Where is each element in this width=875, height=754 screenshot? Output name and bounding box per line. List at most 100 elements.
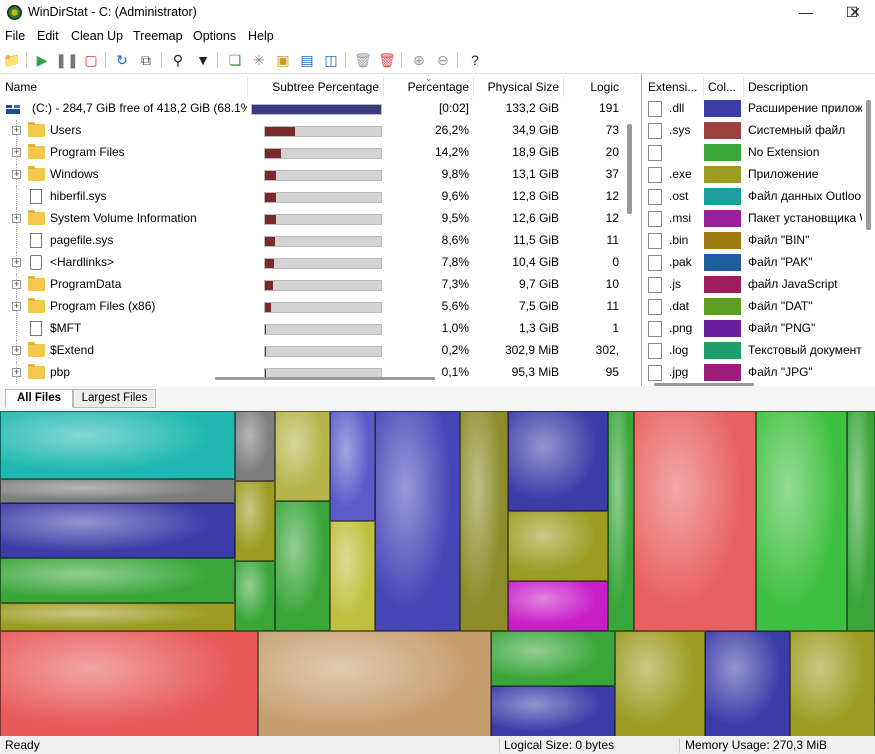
treemap-block[interactable]: [491, 686, 615, 737]
table-row[interactable]: pagefile.sys 8,6% 11,5 GiB 11: [0, 230, 625, 252]
table-row[interactable]: + Program Files (x86) 5,6% 7,5 GiB 11: [0, 296, 625, 318]
treemap-block[interactable]: [235, 481, 275, 561]
treemap-block[interactable]: [508, 411, 608, 511]
treemap-block[interactable]: [634, 411, 756, 631]
recycle-icon[interactable]: 🗑: [354, 51, 372, 69]
extension-row[interactable]: .bin Файл "BIN": [642, 230, 875, 252]
treemap-block[interactable]: [0, 631, 258, 737]
expand-icon[interactable]: +: [12, 214, 21, 223]
extension-row[interactable]: .sys Системный файл: [642, 120, 875, 142]
copy-path-icon[interactable]: ❏: [226, 51, 244, 69]
treemap-block[interactable]: [790, 631, 875, 737]
table-row[interactable]: + Windows 9,8% 13,1 GiB 37: [0, 164, 625, 186]
expand-icon[interactable]: +: [12, 258, 21, 267]
scroll-thumb[interactable]: [866, 100, 871, 230]
treemap-block[interactable]: [0, 479, 235, 503]
minimize-icon[interactable]: —: [783, 0, 829, 25]
menu-clean-up[interactable]: Clean Up: [71, 29, 123, 43]
menu-file[interactable]: File: [5, 29, 25, 43]
help-icon[interactable]: ?: [466, 51, 484, 69]
new-window-icon[interactable]: ◫: [322, 51, 340, 69]
expand-icon[interactable]: +: [12, 346, 21, 355]
treemap-block[interactable]: [275, 411, 330, 501]
column-header-description[interactable]: Description: [748, 76, 868, 98]
column-header-name[interactable]: Name: [5, 76, 245, 98]
table-row[interactable]: $MFT 1,0% 1,3 GiB 1: [0, 318, 625, 340]
table-row[interactable]: (C:) - 284,7 GiB free of 418,2 GiB (68.1…: [0, 98, 625, 120]
treemap-block[interactable]: [375, 411, 460, 631]
treemap-block[interactable]: [235, 561, 275, 631]
expand-icon[interactable]: +: [12, 126, 21, 135]
treemap-block[interactable]: [0, 603, 235, 631]
table-row[interactable]: + Users 26,2% 34,9 GiB 73: [0, 120, 625, 142]
pause-icon[interactable]: ❚❚: [55, 51, 78, 69]
treemap-block[interactable]: [330, 521, 375, 631]
extension-row[interactable]: .js файл JavaScript: [642, 274, 875, 296]
treemap-block[interactable]: [258, 631, 491, 737]
treemap-block[interactable]: [847, 411, 875, 631]
extension-row[interactable]: .png Файл "PNG": [642, 318, 875, 340]
delete-icon[interactable]: 🗑: [378, 51, 396, 69]
extension-row[interactable]: .dll Расширение прилож: [642, 98, 875, 120]
treemap-block[interactable]: [330, 411, 375, 521]
treemap-block[interactable]: [275, 501, 330, 631]
tree-vertical-scrollbar[interactable]: [623, 98, 637, 368]
refresh-selected-icon[interactable]: ⧉: [137, 51, 155, 69]
expand-icon[interactable]: +: [12, 148, 21, 157]
filter-icon[interactable]: ▼: [194, 51, 212, 69]
treemap-view[interactable]: [0, 411, 875, 737]
table-row[interactable]: + System Volume Information 9,5% 12,6 GiB 12: [0, 208, 625, 230]
treemap-block[interactable]: [460, 411, 508, 631]
column-header-color[interactable]: Col...: [708, 76, 743, 98]
close-icon[interactable]: ✕: [835, 0, 875, 25]
expand-icon[interactable]: +: [12, 302, 21, 311]
scroll-thumb[interactable]: [627, 124, 632, 214]
treemap-block[interactable]: [608, 411, 634, 631]
explorer-icon[interactable]: ✳: [250, 51, 268, 69]
treemap-block[interactable]: [0, 503, 235, 558]
extension-row[interactable]: .exe Приложение: [642, 164, 875, 186]
treemap-block[interactable]: [235, 411, 275, 481]
table-row[interactable]: hiberfil.sys 9,6% 12,8 GiB 12: [0, 186, 625, 208]
treemap-block[interactable]: [615, 631, 705, 737]
table-row[interactable]: + $Extend 0,2% 302,9 MiB 302,: [0, 340, 625, 362]
extension-row[interactable]: .pak Файл "PAK": [642, 252, 875, 274]
zoom-out-icon[interactable]: ⊖: [434, 51, 452, 69]
tab-largest-files[interactable]: Largest Files: [73, 389, 156, 408]
play-icon[interactable]: ▶: [33, 51, 51, 69]
menu-options[interactable]: Options: [193, 29, 236, 43]
expand-icon[interactable]: +: [12, 280, 21, 289]
column-header-subtree[interactable]: Subtree Percentage: [250, 76, 379, 98]
extension-vertical-scrollbar[interactable]: [862, 98, 875, 368]
treemap-block[interactable]: [508, 511, 608, 581]
column-header-physical-size[interactable]: Physical Size: [476, 76, 559, 98]
column-header-logical-size[interactable]: Logic: [566, 76, 619, 98]
treemap-block[interactable]: [0, 411, 235, 479]
extension-row[interactable]: .msi Пакет установщика W: [642, 208, 875, 230]
table-row[interactable]: + pbp 0,1% 95,3 MiB 95: [0, 362, 625, 384]
treemap-block[interactable]: [508, 581, 608, 631]
column-header-percentage[interactable]: Percentage: [386, 76, 469, 98]
extension-row[interactable]: .log Текстовый документ: [642, 340, 875, 362]
extension-row[interactable]: .dat Файл "DAT": [642, 296, 875, 318]
column-header-extension[interactable]: Extensi...: [648, 76, 703, 98]
menu-treemap[interactable]: Treemap: [133, 29, 183, 43]
treemap-block[interactable]: [705, 631, 790, 737]
menu-help[interactable]: Help: [248, 29, 274, 43]
expand-icon[interactable]: +: [12, 368, 21, 377]
command-prompt-icon[interactable]: ▣: [274, 51, 292, 69]
extension-row[interactable]: .jpg Файл "JPG": [642, 362, 875, 384]
table-row[interactable]: + Program Files 14,2% 18,9 GiB 20: [0, 142, 625, 164]
properties-icon[interactable]: ▤: [298, 51, 316, 69]
extension-row[interactable]: .ost Файл данных Outloo: [642, 186, 875, 208]
treemap-block[interactable]: [756, 411, 847, 631]
treemap-block[interactable]: [491, 631, 615, 686]
stop-icon[interactable]: ▢: [82, 51, 100, 69]
table-row[interactable]: + ProgramData 7,3% 9,7 GiB 10: [0, 274, 625, 296]
expand-icon[interactable]: +: [12, 170, 21, 179]
search-icon[interactable]: ⚲: [169, 51, 187, 69]
tree-horizontal-scrollbar[interactable]: [215, 377, 435, 380]
menu-edit[interactable]: Edit: [37, 29, 59, 43]
refresh-icon[interactable]: ↻: [113, 51, 131, 69]
treemap-block[interactable]: [0, 558, 235, 603]
